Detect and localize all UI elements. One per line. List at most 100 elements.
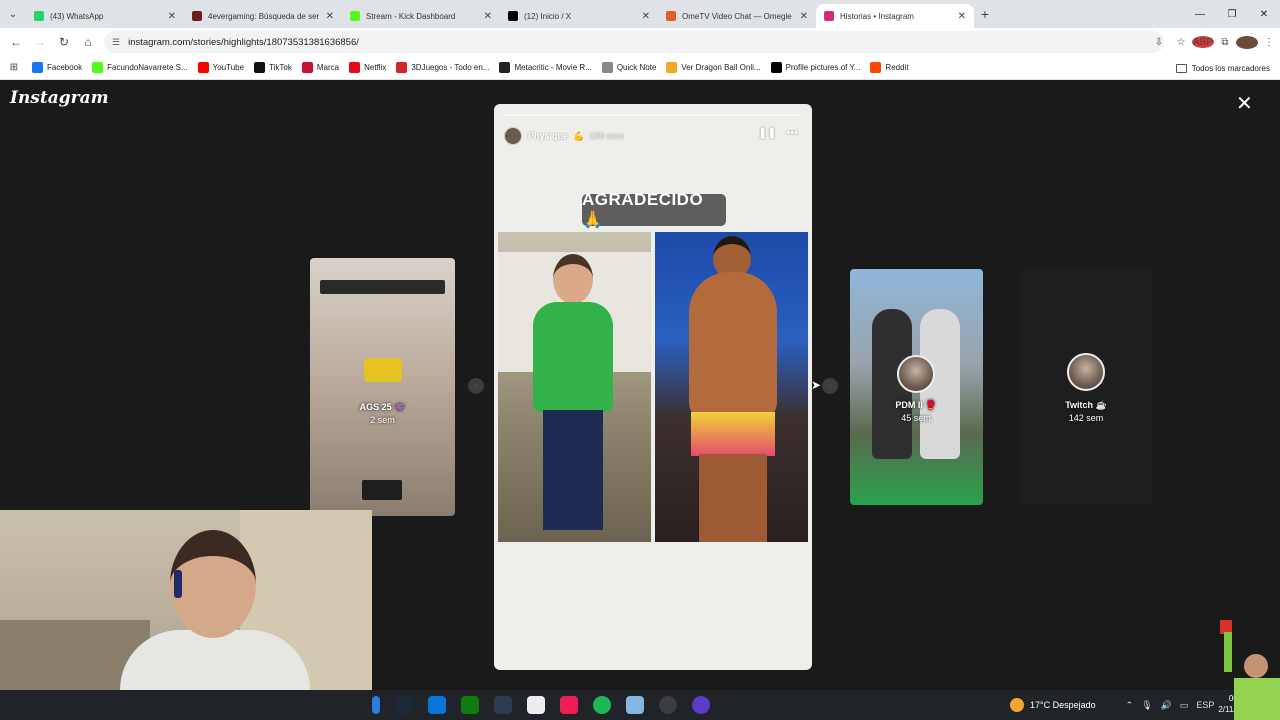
apps-grid-icon[interactable]: ⊞ [0,62,28,73]
windows-taskbar: 17°C Despejado ⌃ 🎙 🔊 ▭ ESP 00: 2/11/2 [0,690,1280,720]
tiktok-live-icon[interactable] [560,696,578,714]
reload-icon[interactable]: ↻ [52,30,76,54]
minimize-icon[interactable]: — [1184,0,1216,28]
mouse-cursor-icon: ➤ [811,378,822,392]
battlenet-icon[interactable] [428,696,446,714]
tab-close-icon[interactable]: ✕ [800,11,808,22]
instagram-logo[interactable]: Instagram [10,88,109,108]
menu-icon[interactable]: ⋮ [1258,37,1280,48]
tab-close-icon[interactable]: ✕ [326,11,334,22]
install-app-icon[interactable]: ⇩ [1148,37,1170,48]
bookmark-favicon-icon [770,62,782,73]
spotify-icon[interactable] [593,696,611,714]
tab-close-icon[interactable]: ✕ [958,11,966,22]
side-story-ags[interactable] [310,258,455,516]
boy-head-shape [553,254,593,304]
extensions-icon[interactable]: ⧉ [1214,37,1236,48]
restore-icon[interactable]: ❐ [1216,0,1248,28]
bookmark-item[interactable]: YouTube [197,62,244,73]
app-circle-icon[interactable] [692,696,710,714]
more-options-icon[interactable]: ••• [786,127,798,139]
story-username[interactable]: Physique [528,131,568,141]
tab-favicon-icon [824,11,834,21]
bookmark-item[interactable]: Marca [301,62,340,73]
previous-story-button[interactable]: ‹ [468,378,484,394]
bookmark-label: FacundoNavarrete S... [107,63,188,72]
back-icon[interactable]: ← [4,30,28,54]
story-progress-bar [504,114,802,116]
weather-icon[interactable] [1010,698,1024,712]
home-icon[interactable]: ⌂ [76,30,100,54]
browser-tab[interactable]: 4evergaming: Búsqueda de ser ✕ [184,4,342,28]
bookmark-favicon-icon [499,62,511,73]
active-story[interactable]: Physique 💪 199 sem ❚❚ ••• AGRADECIDO 🙏 [494,104,812,670]
site-info-icon[interactable]: ☰ [112,37,120,48]
browser-tab[interactable]: (43) WhatsApp ✕ [26,4,184,28]
bookmark-item[interactable]: Profile pictures of Y... [770,62,861,73]
volume-icon[interactable]: 🔊 [1161,700,1172,711]
all-bookmarks-label: Todos los marcadores [1191,63,1270,73]
bookmark-item[interactable]: Metacritic - Movie R... [499,62,592,73]
bookmark-favicon-icon [870,62,882,73]
new-tab-button[interactable]: + [974,6,996,22]
bookmark-label: Netflix [364,63,387,72]
bookmark-item[interactable]: Ver Dragon Ball Onli... [666,62,761,73]
story-sticker [364,358,402,382]
system-tray: 17°C Despejado ⌃ 🎙 🔊 ▭ ESP [1010,690,1214,720]
side-story-label-pdm: PDM II 🥊 45 sem [866,400,966,423]
bookmark-item[interactable]: Quick Note [601,62,656,73]
bookmark-favicon-icon [666,62,678,73]
weather-text[interactable]: 17°C Despejado [1030,700,1096,710]
browser-tab[interactable]: OmeTV Video Chat — Omegle ✕ [658,4,816,28]
bookmark-label: Marca [316,63,340,72]
profile-avatar[interactable] [1236,35,1258,49]
app-icon[interactable] [494,696,512,714]
microphone-icon[interactable]: 🎙 [1141,700,1152,711]
bookmark-item[interactable]: FacundoNavarrete S... [92,62,188,73]
browser-tab[interactable]: Stream - Kick Dashboard ✕ [342,4,500,28]
tab-close-icon[interactable]: ✕ [168,11,176,22]
close-icon[interactable]: ✕ [1236,94,1253,114]
all-bookmarks-button[interactable]: Todos los marcadores [1175,56,1270,80]
address-bar[interactable]: ☰ instagram.com/stories/highlights/18073… [104,31,1164,53]
tab-favicon-icon [666,11,676,21]
next-story-button[interactable]: › [822,378,838,394]
tab-title: Stream - Kick Dashboard [366,11,456,21]
xbox-icon[interactable] [461,696,479,714]
forward-icon[interactable]: → [28,30,52,54]
bookmark-item[interactable]: Facebook [32,62,82,73]
green-shirt-shape [533,302,613,412]
tab-search-icon[interactable]: ⌄ [0,0,26,28]
bookmark-favicon-icon [301,62,313,73]
side-story-name: PDM II 🥊 [895,400,937,410]
browser-tab[interactable]: Historias • Instagram ✕ [816,4,974,28]
notepad-icon[interactable] [626,696,644,714]
side-story-time: 2 sem [370,415,395,425]
tab-favicon-icon [350,11,360,21]
pause-icon[interactable]: ❚❚ [758,126,776,139]
tab-title: Historias • Instagram [840,11,914,21]
story-avatar[interactable] [504,127,522,145]
tab-close-icon[interactable]: ✕ [642,11,650,22]
steam-icon[interactable] [395,696,413,714]
chevron-up-icon[interactable]: ⌃ [1126,700,1134,711]
close-window-icon[interactable]: ✕ [1248,0,1280,28]
bookmark-item[interactable]: TikTok [254,62,292,73]
browser-tab[interactable]: (12) Inicio / X ✕ [500,4,658,28]
obs-icon[interactable] [527,696,545,714]
bookmark-label: Profile pictures of Y... [785,63,861,72]
bookmark-item[interactable]: Netflix [349,62,386,73]
chrome-icon[interactable] [659,696,677,714]
bookmark-star-icon[interactable]: ☆ [1170,37,1192,48]
bookmark-item[interactable]: Reddit [870,62,909,73]
adblock-icon[interactable]: ABP [1192,36,1214,48]
tab-close-icon[interactable]: ✕ [484,11,492,22]
network-icon[interactable]: ▭ [1180,700,1189,711]
tab-title: OmeTV Video Chat — Omegle [682,11,792,21]
bookmark-item[interactable]: 3DJuegos - Todo en... [396,62,489,73]
side-story-time: 142 sem [1068,413,1104,423]
side-story-avatar-twitch [1067,353,1105,391]
taskbar-app-icon[interactable] [372,696,380,714]
side-story-label-twitch: Twitch ☕ 142 sem [1036,400,1136,423]
bookmark-favicon-icon [32,62,43,73]
